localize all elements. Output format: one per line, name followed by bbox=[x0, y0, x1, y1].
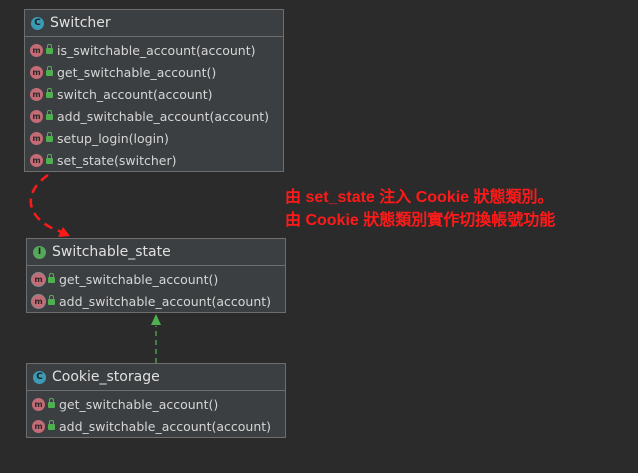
abstract-method-icon: m bbox=[32, 294, 45, 308]
method-icon: m bbox=[30, 153, 43, 167]
method-list: m get_switchable_account() m add_switcha… bbox=[27, 266, 285, 312]
method-row[interactable]: m get_switchable_account() bbox=[27, 393, 285, 415]
class-cookie-storage[interactable]: C Cookie_storage m get_switchable_accoun… bbox=[26, 363, 286, 438]
class-header: I Switchable_state bbox=[27, 239, 285, 266]
lock-icon bbox=[48, 419, 55, 430]
method-signature: setup_login(login) bbox=[57, 130, 169, 146]
method-row[interactable]: m add_switchable_account(account) bbox=[27, 290, 285, 312]
lock-icon bbox=[46, 43, 53, 54]
method-icon: m bbox=[32, 397, 45, 411]
class-title: Switcher bbox=[50, 15, 111, 31]
dependency-arrow bbox=[29, 173, 63, 234]
method-signature: set_state(switcher) bbox=[57, 152, 177, 168]
method-signature: get_switchable_account() bbox=[57, 64, 217, 80]
annotation-line: 由 Cookie 狀態類別實作切換帳號功能 bbox=[285, 212, 556, 229]
lock-icon bbox=[48, 294, 55, 305]
interface-switchable-state[interactable]: I Switchable_state m get_switchable_acco… bbox=[26, 238, 286, 313]
method-row[interactable]: m switch_account(account) bbox=[25, 83, 283, 105]
lock-icon bbox=[46, 153, 53, 164]
method-signature: get_switchable_account() bbox=[59, 271, 219, 287]
method-icon: m bbox=[30, 87, 43, 101]
method-signature: switch_account(account) bbox=[57, 86, 213, 102]
annotation-line: 由 set_state 注入 Cookie 狀態類別。 bbox=[285, 189, 554, 206]
lock-icon bbox=[48, 397, 55, 408]
dependency-arrowhead bbox=[58, 227, 70, 237]
method-icon: m bbox=[30, 131, 43, 145]
method-row[interactable]: m set_state(switcher) bbox=[25, 149, 283, 171]
class-header: C Switcher bbox=[25, 10, 283, 37]
lock-icon bbox=[46, 65, 53, 76]
method-signature: get_switchable_account() bbox=[59, 396, 219, 412]
method-icon: m bbox=[32, 419, 45, 433]
method-list: m is_switchable_account(account) m get_s… bbox=[25, 37, 283, 171]
interface-icon: I bbox=[33, 245, 46, 259]
class-title: Switchable_state bbox=[52, 244, 171, 260]
method-row[interactable]: m add_switchable_account(account) bbox=[25, 105, 283, 127]
class-title: Cookie_storage bbox=[52, 369, 160, 385]
lock-icon bbox=[46, 87, 53, 98]
abstract-method-icon: m bbox=[32, 272, 45, 286]
method-list: m get_switchable_account() m add_switcha… bbox=[27, 391, 285, 437]
method-row[interactable]: m add_switchable_account(account) bbox=[27, 415, 285, 437]
method-row[interactable]: m get_switchable_account() bbox=[25, 61, 283, 83]
method-signature: add_switchable_account(account) bbox=[57, 108, 270, 124]
method-row[interactable]: m is_switchable_account(account) bbox=[25, 39, 283, 61]
lock-icon bbox=[48, 272, 55, 283]
class-switcher[interactable]: C Switcher m is_switchable_account(accou… bbox=[24, 9, 284, 172]
method-signature: add_switchable_account(account) bbox=[59, 418, 272, 434]
lock-icon bbox=[46, 109, 53, 120]
realization-arrowhead bbox=[151, 314, 161, 325]
method-signature: is_switchable_account(account) bbox=[57, 42, 256, 58]
method-icon: m bbox=[30, 43, 43, 57]
class-icon: C bbox=[31, 16, 44, 30]
method-row[interactable]: m setup_login(login) bbox=[25, 127, 283, 149]
method-row[interactable]: m get_switchable_account() bbox=[27, 268, 285, 290]
class-icon: C bbox=[33, 370, 46, 384]
class-header: C Cookie_storage bbox=[27, 364, 285, 391]
method-signature: add_switchable_account(account) bbox=[59, 293, 272, 309]
method-icon: m bbox=[30, 109, 43, 123]
annotation-note: 由 set_state 注入 Cookie 狀態類別。 由 Cookie 狀態類… bbox=[285, 186, 555, 232]
lock-icon bbox=[46, 131, 53, 142]
method-icon: m bbox=[30, 65, 43, 79]
